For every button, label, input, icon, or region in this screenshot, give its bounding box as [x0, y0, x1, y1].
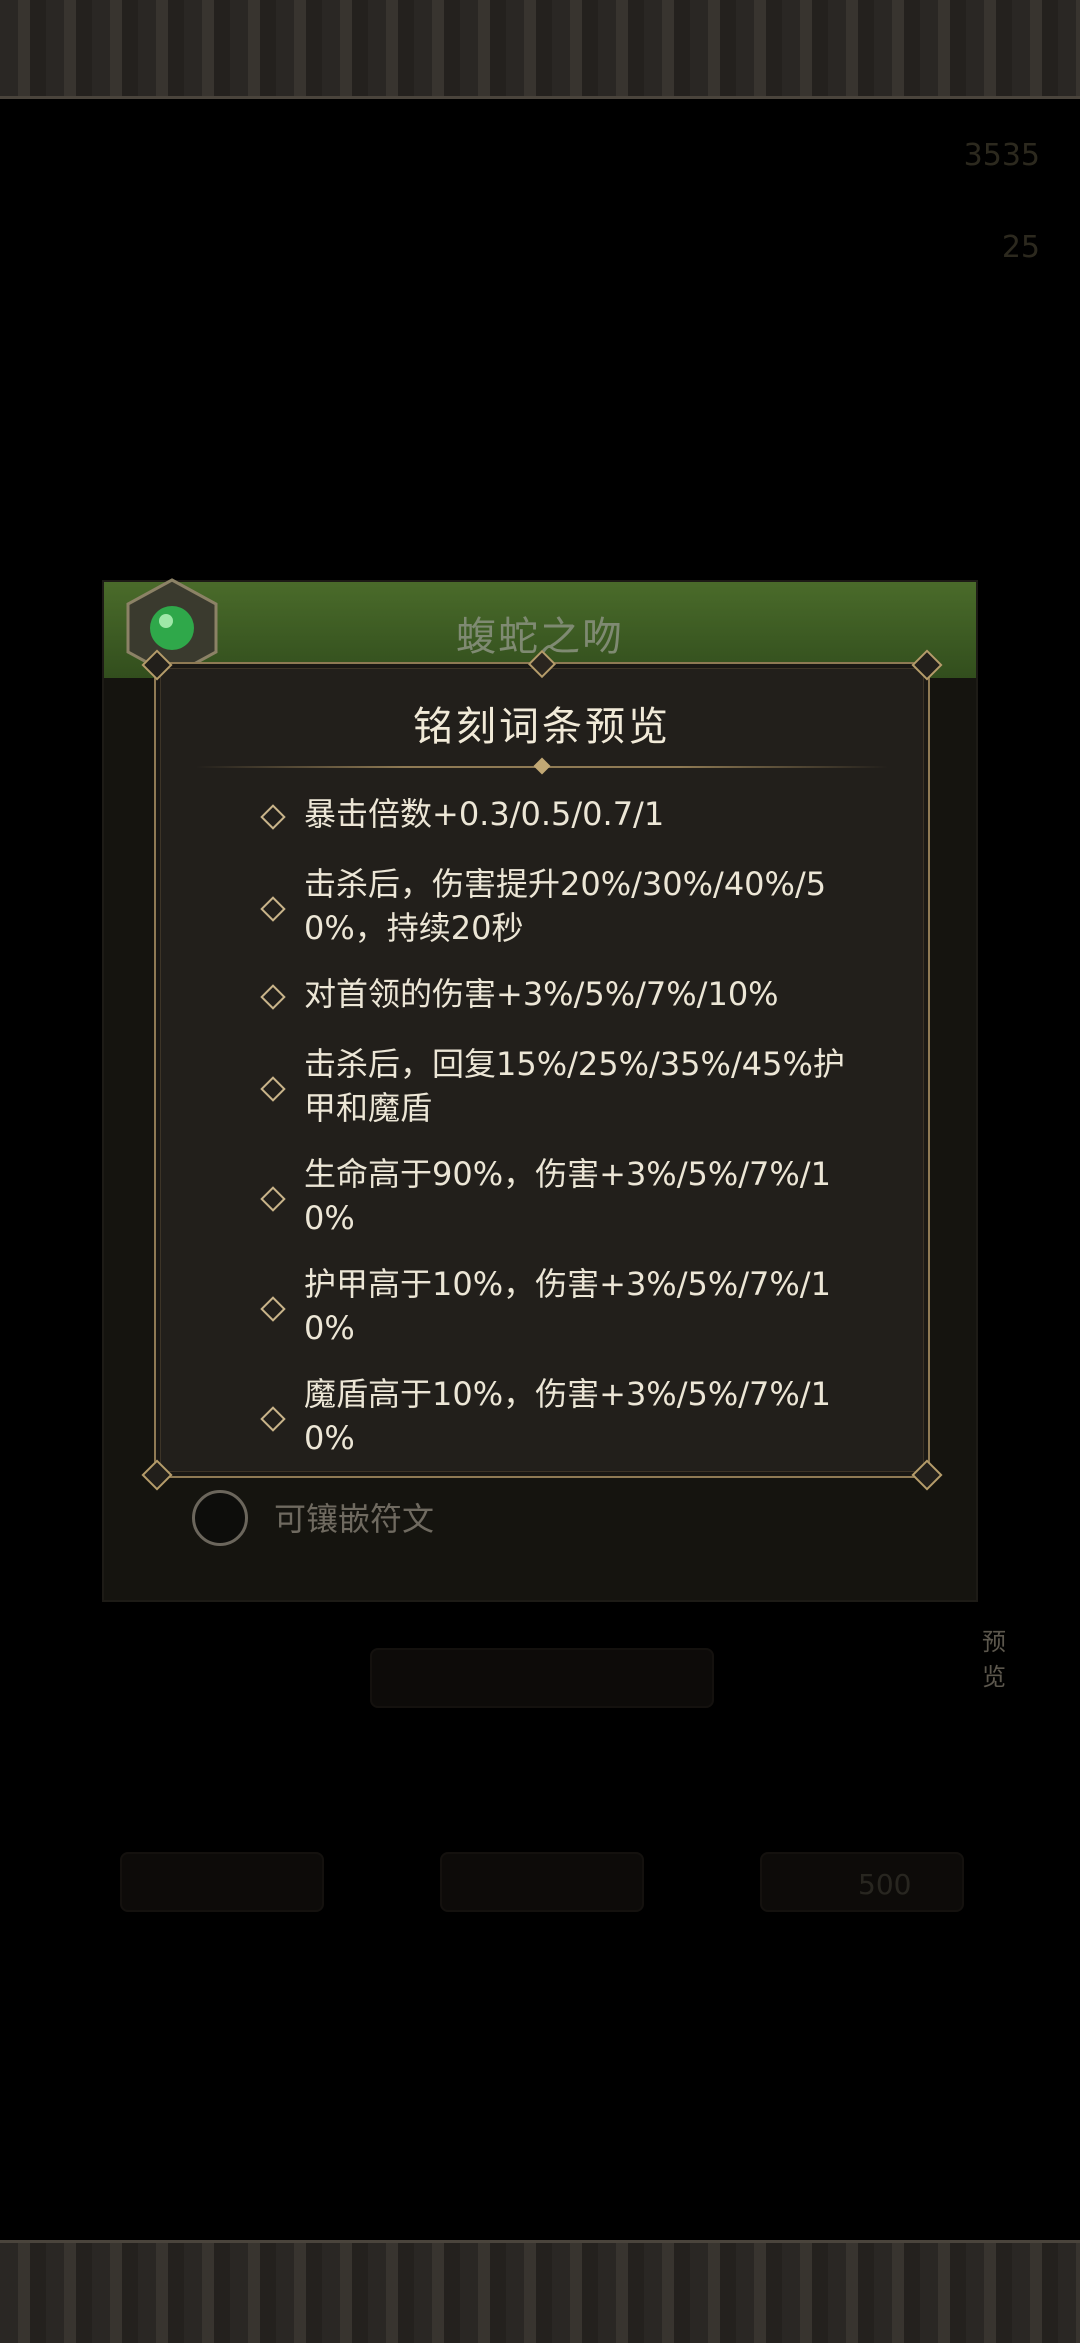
entry-item: 生命高于90%，伤害+3%/5%/7%/10% [256, 1152, 876, 1240]
currency-gem-value: 25 [1001, 230, 1040, 265]
divider-ornament [533, 757, 551, 775]
bg-upgrade-button [370, 1648, 714, 1708]
diamond-bullet-icon [260, 1296, 286, 1322]
bottom-frame-bar [0, 2240, 1080, 2343]
entry-item: 暴击倍数+0.3/0.5/0.7/1 [256, 792, 876, 840]
bg-cost-button-2 [440, 1852, 644, 1912]
entry-text: 护甲高于10%，伤害+3%/5%/7%/10% [304, 1265, 831, 1347]
entry-text: 魔盾高于10%，伤害+3%/5%/7%/10% [304, 1375, 831, 1457]
entry-list: 暴击倍数+0.3/0.5/0.7/1 击杀后，伤害提升20%/30%/40%/5… [256, 792, 876, 1482]
side-preview-label: 预览 [982, 1628, 1006, 1691]
entry-item: 魔盾高于10%，伤害+3%/5%/7%/10% [256, 1372, 876, 1460]
bg-cost-button-1 [120, 1852, 324, 1912]
diamond-bullet-icon [260, 984, 286, 1010]
bg-price-label: 500 [858, 1868, 912, 1901]
inscription-preview-popup: 铭刻词条预览 暴击倍数+0.3/0.5/0.7/1 击杀后，伤害提升20%/30… [141, 649, 943, 1491]
entry-text: 击杀后，伤害提升20%/30%/40%/50%，持续20秒 [304, 865, 827, 947]
entry-item: 击杀后，回复15%/25%/35%/45%护甲和魔盾 [256, 1042, 876, 1130]
entry-text: 击杀后，回复15%/25%/35%/45%护甲和魔盾 [304, 1045, 845, 1127]
rune-slot-label: 可镶嵌符文 [274, 1500, 435, 1538]
popup-title: 铭刻词条预览 [413, 704, 671, 750]
entry-text: 生命高于90%，伤害+3%/5%/7%/10% [304, 1155, 831, 1237]
diamond-bullet-icon [260, 1406, 286, 1432]
entry-item: 击杀后，伤害提升20%/30%/40%/50%，持续20秒 [256, 862, 876, 950]
entry-item: 护甲高于10%，伤害+3%/5%/7%/10% [256, 1262, 876, 1350]
entry-text: 暴击倍数+0.3/0.5/0.7/1 [304, 795, 665, 833]
currency-gold-value: 3535 [963, 138, 1040, 173]
entry-text: 对首领的伤害+3%/5%/7%/10% [304, 975, 779, 1013]
diamond-bullet-icon [260, 896, 286, 922]
rune-slot-radio[interactable] [192, 1490, 248, 1546]
entry-item: 对首领的伤害+3%/5%/7%/10% [256, 972, 876, 1020]
diamond-bullet-icon [260, 1186, 286, 1212]
diamond-bullet-icon [260, 1076, 286, 1102]
diamond-bullet-icon [260, 804, 286, 830]
